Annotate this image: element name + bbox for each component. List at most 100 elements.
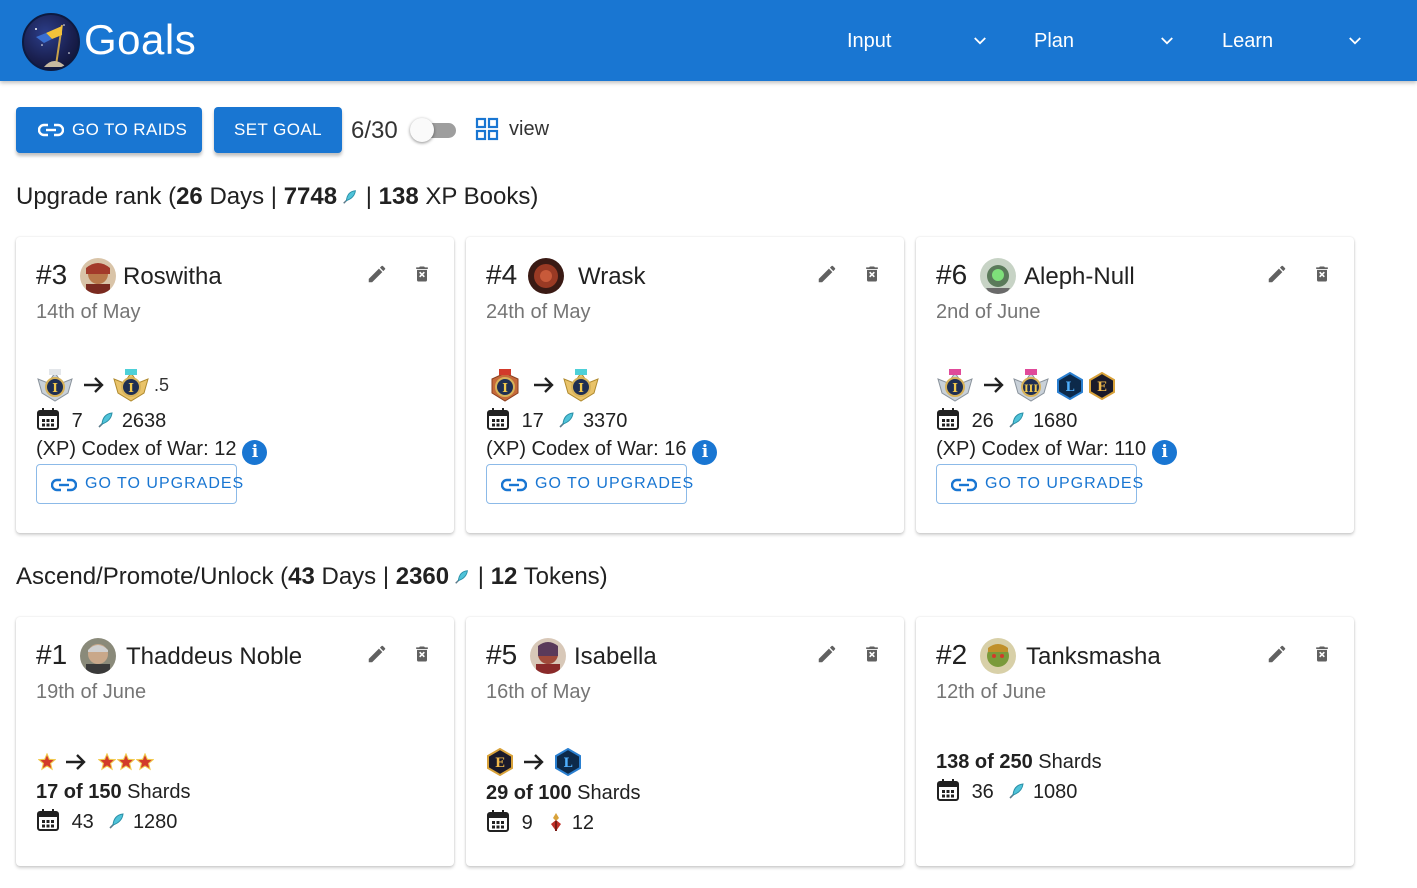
trash-icon[interactable] xyxy=(412,263,432,285)
pencil-icon[interactable] xyxy=(816,643,838,665)
character-name: Isabella xyxy=(574,643,657,670)
info-icon[interactable]: i xyxy=(692,440,718,465)
ascend-gold: 2360 xyxy=(395,563,450,590)
heading-prefix: Ascend/Promote/Unlock ( xyxy=(16,563,289,590)
goal-card-thaddeus-noble: #1 Thaddeus Noble 19th of June 17 of 150… xyxy=(16,617,454,866)
rank-gold-icon: I xyxy=(113,369,149,402)
rarity-legendary-icon: L xyxy=(555,748,581,776)
app-title: Goals xyxy=(84,16,197,63)
rank-gold-icon: I xyxy=(563,369,599,402)
goal-date: 19th of June xyxy=(36,681,147,703)
shards-progress: 138 of 250 xyxy=(936,751,1033,773)
nav-plan[interactable]: Plan xyxy=(1034,28,1174,54)
nav-input[interactable]: Input xyxy=(847,28,987,54)
arrow-right-icon xyxy=(66,754,86,770)
star-progress xyxy=(36,751,236,785)
goal-date: 24th of May xyxy=(486,301,591,323)
trash-icon[interactable] xyxy=(862,263,882,285)
rarity-progress: E L xyxy=(486,748,686,782)
goal-counter: 6/30 xyxy=(351,117,398,144)
arrow-right-icon xyxy=(984,377,1004,393)
feather-icon xyxy=(109,813,124,829)
calendar-icon xyxy=(937,408,959,430)
trash-icon[interactable] xyxy=(862,643,882,665)
go-to-raids-label: GO TO RAIDS xyxy=(72,120,188,139)
pencil-icon[interactable] xyxy=(816,263,838,285)
svg-text:I: I xyxy=(502,381,508,395)
svg-text:L: L xyxy=(1065,380,1074,395)
rank-silver-icon: III xyxy=(1013,369,1049,402)
trash-icon[interactable] xyxy=(412,643,432,665)
character-name: Thaddeus Noble xyxy=(126,643,303,670)
go-to-upgrades-button[interactable]: GO TO UPGRADES xyxy=(486,464,693,504)
go-to-upgrades-button[interactable]: GO TO UPGRADES xyxy=(36,464,243,504)
heading-days-suffix: Days | xyxy=(314,563,396,590)
feather-icon xyxy=(1009,783,1024,799)
heading-books-suffix: XP Books) xyxy=(418,183,539,210)
calendar-icon xyxy=(37,408,59,430)
ascend-days: 43 xyxy=(288,563,315,590)
trash-icon[interactable] xyxy=(1312,263,1332,285)
arrow-right-icon xyxy=(524,754,544,770)
rank-silver-icon: I xyxy=(937,369,973,402)
days-gold-row: 7 2638 xyxy=(36,407,166,433)
svg-text:I: I xyxy=(578,381,584,395)
info-icon[interactable]: i xyxy=(1152,440,1178,465)
character-name: Tanksmasha xyxy=(1026,643,1161,670)
heading-sep: | xyxy=(471,563,491,590)
goal-date: 16th of May xyxy=(486,681,591,703)
rank-silver-icon: I xyxy=(37,369,73,402)
goal-card-wrask: #4 Wrask 24th of May I I 17 3370 (XP) Co… xyxy=(466,237,904,533)
feather-icon xyxy=(455,570,469,584)
svg-text:L: L xyxy=(563,756,572,771)
character-avatar xyxy=(980,258,1016,294)
calendar-icon xyxy=(37,809,59,831)
shards-row: 17 of 150 Shards xyxy=(36,781,191,804)
calendar-icon xyxy=(937,779,959,801)
feather-icon xyxy=(98,412,113,428)
codex-row: (XP) Codex of War: 12 i xyxy=(36,438,268,465)
pencil-icon[interactable] xyxy=(1266,643,1288,665)
nav-learn-label: Learn xyxy=(1222,30,1274,52)
shards-label: Shards xyxy=(1038,751,1102,773)
goal-card-tanksmasha: #2 Tanksmasha 12th of June 138 of 250 Sh… xyxy=(916,617,1354,866)
codex-text: (XP) Codex of War: 12 xyxy=(36,438,237,460)
character-avatar xyxy=(530,638,566,674)
pencil-icon[interactable] xyxy=(366,643,388,665)
go-to-raids-button[interactable]: GO TO RAIDS xyxy=(16,107,202,153)
star-icon xyxy=(98,753,116,771)
goal-card-roswitha: #3 Roswitha 14th of May I I .5 7 2638 (X… xyxy=(16,237,454,533)
goal-gold: 3370 xyxy=(582,410,628,432)
go-to-upgrades-button[interactable]: GO TO UPGRADES xyxy=(936,464,1143,504)
pencil-icon[interactable] xyxy=(1266,263,1288,285)
days-gold-row: 26 1680 xyxy=(936,407,1077,433)
calendar-icon xyxy=(487,408,509,430)
shards-progress: 29 of 100 xyxy=(486,782,572,804)
set-goal-button[interactable]: SET GOAL xyxy=(214,107,342,153)
character-avatar xyxy=(528,258,564,294)
toggle-thumb[interactable] xyxy=(410,118,434,142)
svg-text:I: I xyxy=(52,381,58,395)
trash-icon[interactable] xyxy=(1312,643,1332,665)
goal-tokens: 12 xyxy=(571,812,595,834)
link-icon xyxy=(951,478,977,492)
chevron-down-icon xyxy=(974,37,986,45)
svg-text:III: III xyxy=(1024,384,1038,395)
view-label: view xyxy=(509,118,550,140)
grid-view-icon[interactable] xyxy=(475,117,499,141)
upgrade-gold: 7748 xyxy=(283,183,338,210)
days-tokens-row: 9 12 xyxy=(486,809,594,835)
nav-learn[interactable]: Learn xyxy=(1222,28,1362,54)
info-icon[interactable]: i xyxy=(242,440,268,465)
app-logo[interactable] xyxy=(22,13,80,71)
goal-days: 36 xyxy=(971,781,994,803)
pencil-icon[interactable] xyxy=(366,263,388,285)
link-icon xyxy=(51,478,77,492)
calendar-icon xyxy=(487,810,509,832)
view-toggle[interactable] xyxy=(410,118,458,142)
days-gold-row: 17 3370 xyxy=(486,407,627,433)
heading-days-suffix: Days | xyxy=(202,183,284,210)
shards-label: Shards xyxy=(577,782,641,804)
goal-gold: 1080 xyxy=(1032,781,1078,803)
codex-row: (XP) Codex of War: 16 i xyxy=(486,438,718,465)
